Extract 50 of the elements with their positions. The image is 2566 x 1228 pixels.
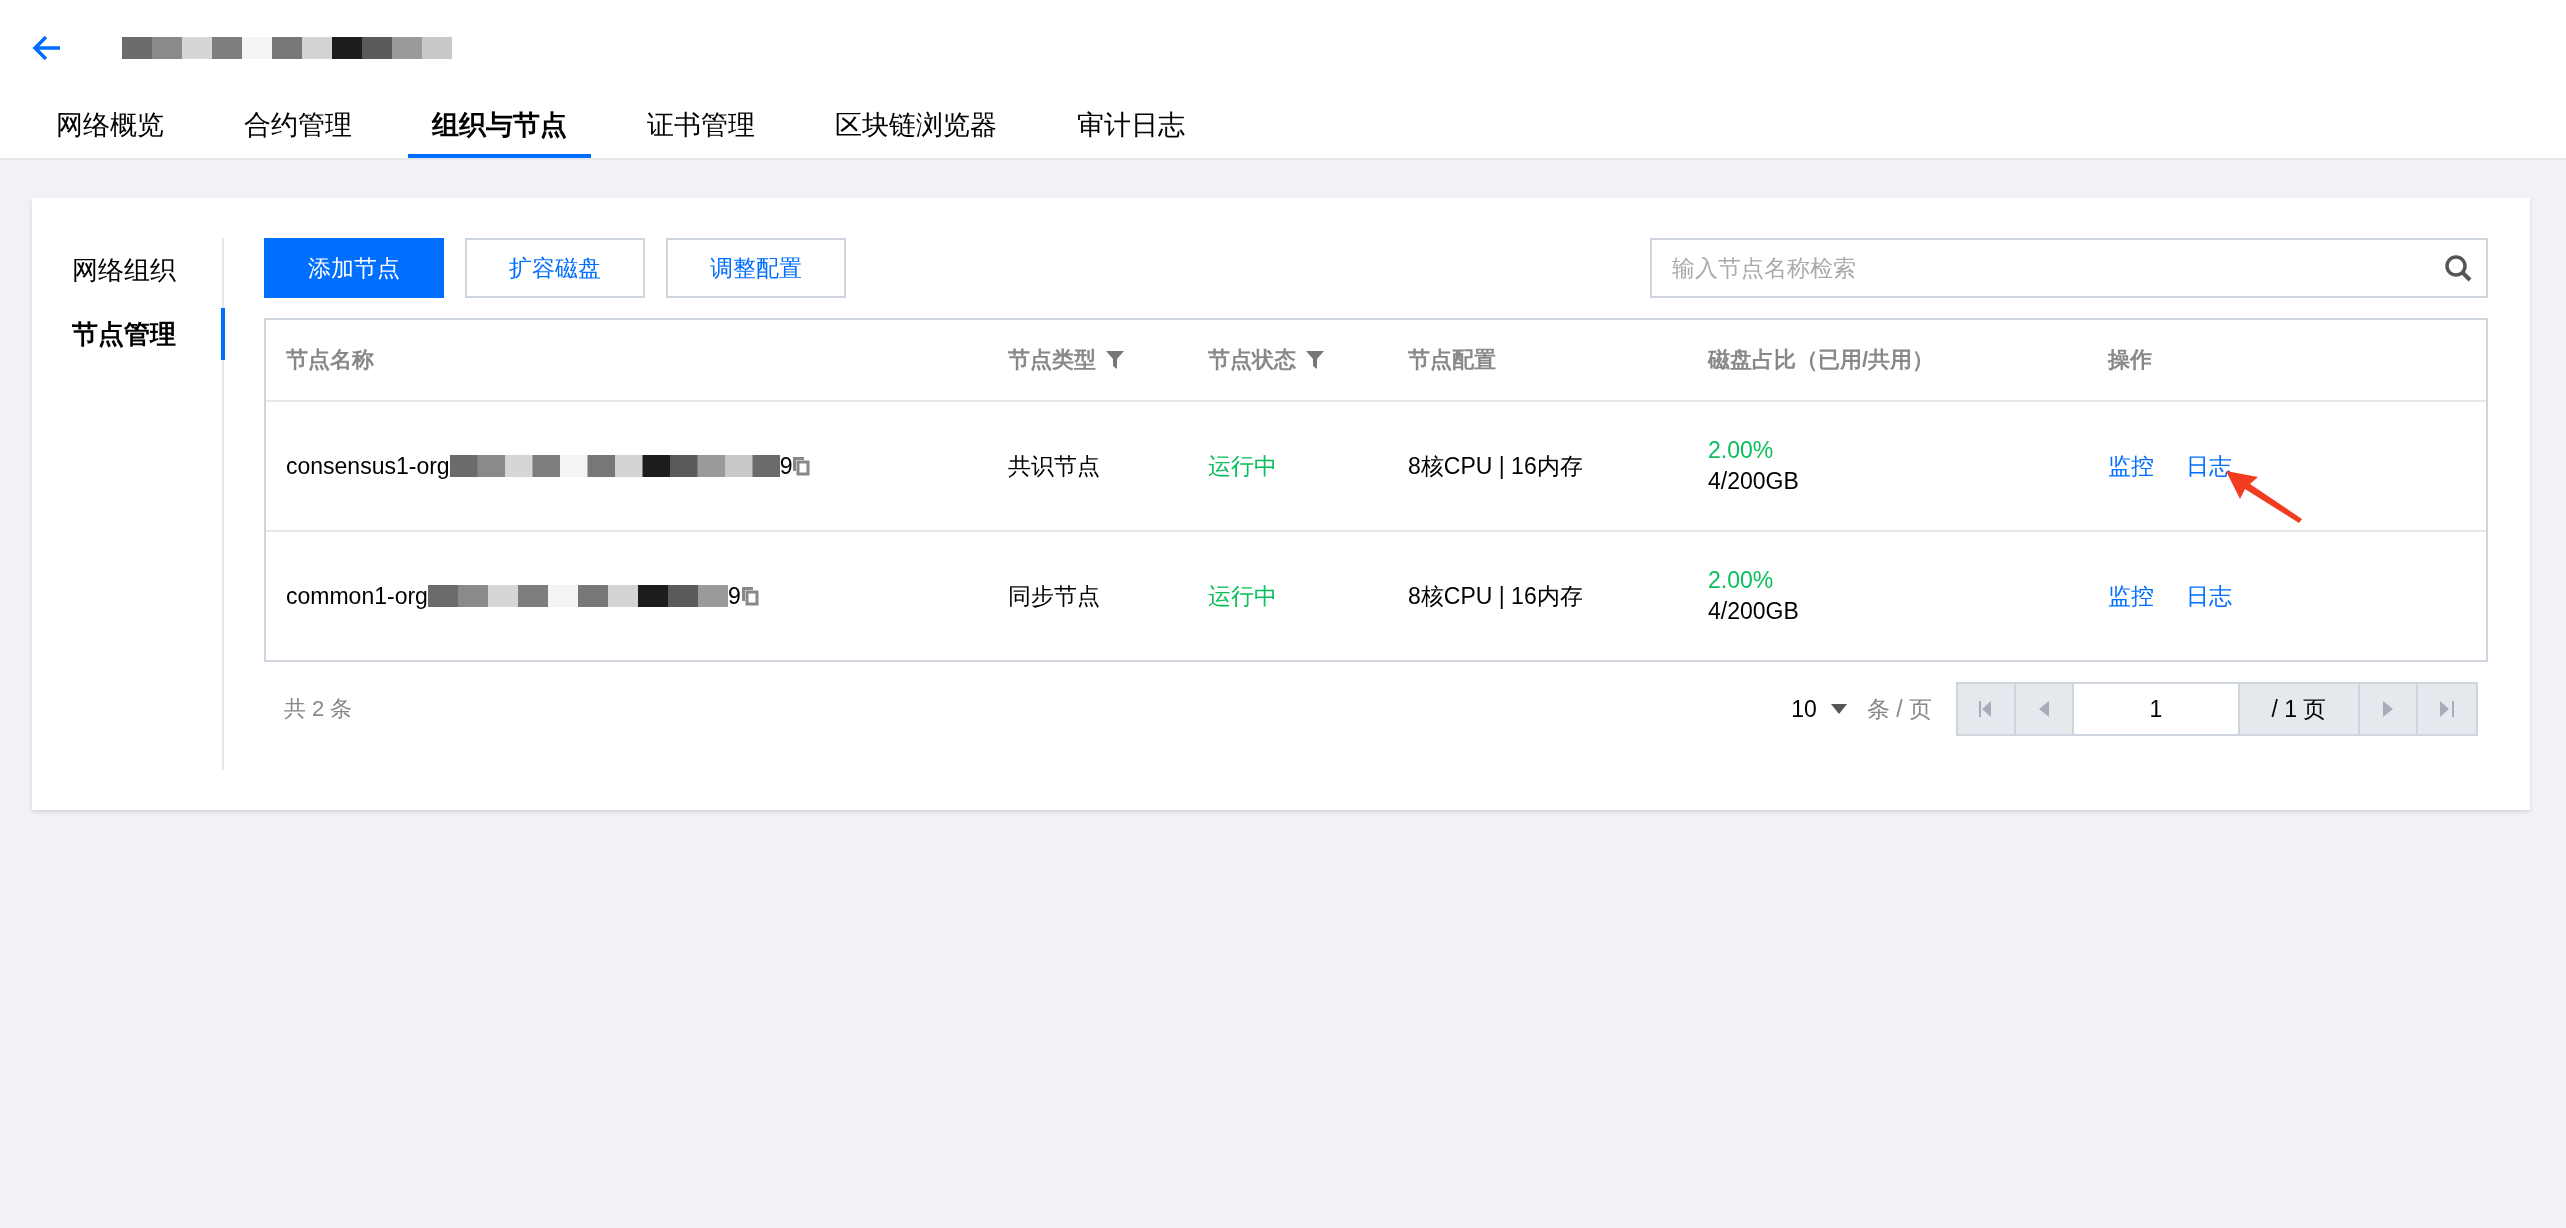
column-header: 节点名称 <box>286 346 374 374</box>
page-input[interactable]: 1 <box>2074 684 2240 734</box>
column-header: 操作 <box>2108 346 2152 374</box>
column-header: 节点配置 <box>1408 346 1496 374</box>
node-name: common1-org <box>286 582 428 610</box>
filter-icon[interactable] <box>1306 351 1324 369</box>
node-name: consensus1-org <box>286 452 450 480</box>
copy-icon[interactable] <box>740 586 759 606</box>
status-text: 运行中 <box>1207 451 1278 481</box>
next-page-icon <box>2383 701 2393 717</box>
action-link[interactable]: 日志 <box>2186 450 2232 482</box>
filter-icon[interactable] <box>1106 351 1124 369</box>
table-cell-text: 8核CPU | 16内存 <box>1407 581 1584 611</box>
previous-page-icon <box>2039 701 2049 717</box>
nav-tab[interactable]: 网络概览 <box>32 96 188 158</box>
search-field[interactable]: 输入节点名称检索 <box>1650 238 2488 298</box>
toolbar-button[interactable]: 扩容磁盘 <box>465 238 645 298</box>
disk-percent: 2.00% <box>1708 567 1775 594</box>
sidebar-item[interactable]: 网络组织 <box>32 244 225 296</box>
sidebar-item[interactable]: 节点管理 <box>32 308 225 360</box>
disk-usage: 4/200GB <box>1708 468 1800 495</box>
last-page-icon <box>2440 701 2454 717</box>
caret-icon <box>1830 704 1847 714</box>
action-link[interactable]: 监控 <box>2108 450 2154 482</box>
toolbar-button[interactable]: 调整配置 <box>666 238 846 298</box>
nav-tab[interactable]: 证书管理 <box>623 96 779 158</box>
action-link[interactable]: 日志 <box>2186 580 2232 612</box>
disk-percent: 2.00% <box>1708 437 1775 464</box>
column-header: 节点类型 <box>1008 346 1096 374</box>
node-name-end: 9 <box>779 452 793 480</box>
table-cell-text: 8核CPU | 16内存 <box>1407 451 1584 481</box>
total-count: 共 2 条 <box>283 695 353 723</box>
search-icon[interactable] <box>2444 254 2472 282</box>
nav-tab[interactable]: 组织与节点 <box>408 96 591 158</box>
page-size-select[interactable]: 10 条 / 页 <box>1791 693 1932 725</box>
column-header: 磁盘占比（已用/共用） <box>1708 346 1935 374</box>
nav-tab[interactable]: 区块链浏览器 <box>811 96 1021 158</box>
back-arrow-icon[interactable] <box>32 35 62 61</box>
disk-usage: 4/200GB <box>1708 598 1800 625</box>
status-text: 运行中 <box>1207 581 1278 611</box>
table-cell-text: 共识节点 <box>1007 451 1101 481</box>
nav-tab[interactable]: 合约管理 <box>220 96 376 158</box>
copy-icon[interactable] <box>792 456 811 476</box>
toolbar-button[interactable]: 添加节点 <box>264 238 444 298</box>
nav-tab[interactable]: 审计日志 <box>1053 96 1209 158</box>
node-name-end: 9 <box>727 582 741 610</box>
action-link[interactable]: 监控 <box>2108 580 2154 612</box>
column-header: 节点状态 <box>1208 346 1296 374</box>
first-page-icon <box>1979 701 1993 717</box>
table-cell-text: 同步节点 <box>1007 581 1101 611</box>
